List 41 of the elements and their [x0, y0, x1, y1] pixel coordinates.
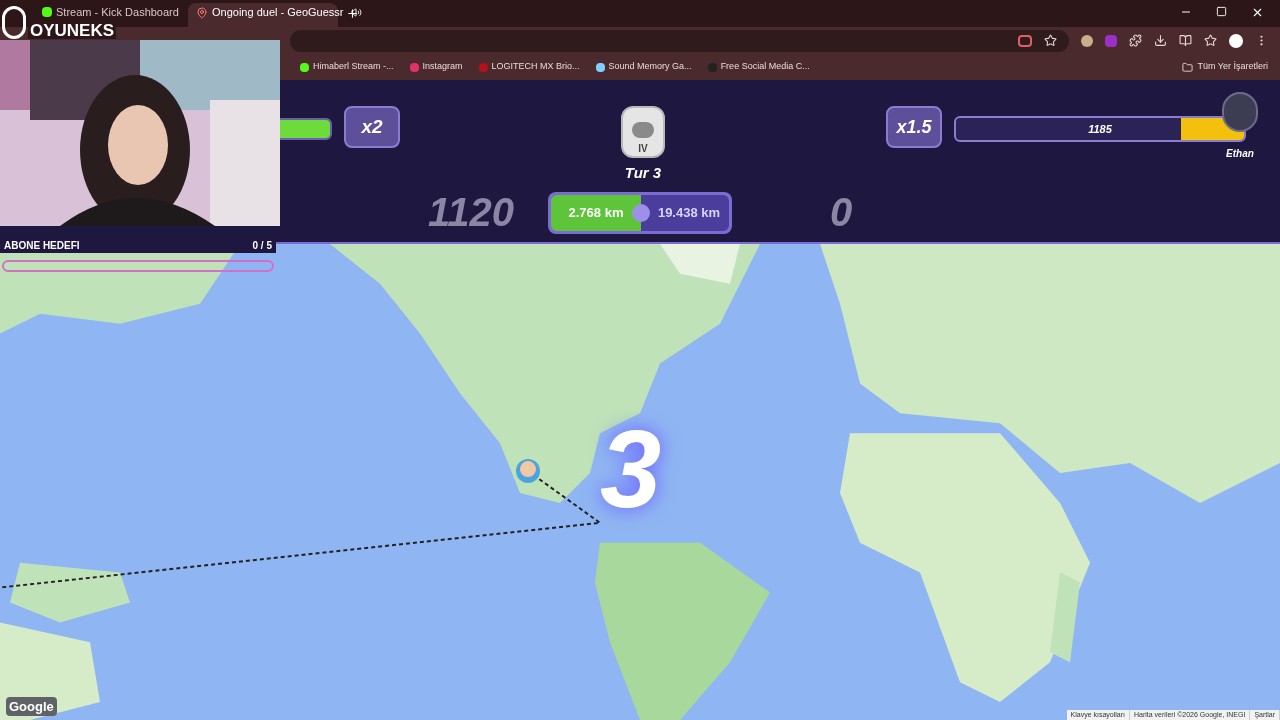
tab-title: Ongoing duel - GeoGuessr: [212, 7, 344, 18]
speaker-icon[interactable]: [351, 7, 363, 18]
close-icon[interactable]: [1251, 6, 1264, 19]
bookmark[interactable]: Himaberl Stream -...: [300, 60, 394, 74]
opponent-distance: 19.438 km: [641, 195, 729, 231]
bookmark[interactable]: Sound Memory Ga...: [595, 60, 692, 74]
pin-icon: [196, 7, 208, 19]
k-logo-icon: [42, 7, 52, 17]
rank-label: IV: [638, 142, 648, 156]
health-value: 1185: [1087, 121, 1113, 137]
book-icon[interactable]: [1179, 34, 1192, 47]
player-name: Ethan: [1226, 147, 1254, 161]
goal-label: ABONE HEDEFI: [4, 239, 80, 253]
new-tab-icon[interactable]: [346, 7, 359, 20]
tab-title: Stream - Kick Dashboard: [56, 7, 179, 18]
stream-logo: OYUNEKS: [28, 22, 117, 39]
multiplier-badge: x1.5: [886, 106, 942, 148]
map-logo: Google: [6, 696, 57, 716]
star-icon[interactable]: [1204, 34, 1217, 47]
countdown: 3: [600, 414, 662, 524]
stream-logo-icon: [2, 6, 26, 39]
bookmark[interactable]: Tüm Yer İşaretleri: [1197, 60, 1268, 74]
round-label: Tur 3: [624, 163, 662, 183]
bookmark[interactable]: Free Social Media C...: [707, 60, 810, 74]
restore-icon[interactable]: [1216, 6, 1227, 17]
my-distance: 2.768 km: [551, 195, 641, 231]
puzzle-icon[interactable]: [1129, 34, 1142, 47]
goal-count: 0 / 5: [252, 239, 272, 253]
avatar: [1222, 92, 1258, 132]
score: 0: [830, 192, 853, 232]
extension-icon[interactable]: [1081, 34, 1093, 47]
multiplier-badge: x2: [344, 106, 400, 148]
install-icon[interactable]: [1018, 34, 1032, 47]
folder-icon: [1182, 61, 1194, 73]
bookmark[interactable]: LOGITECH MX Brio...: [478, 60, 580, 74]
avatar-icon[interactable]: [1229, 33, 1243, 48]
score: 1120: [428, 192, 515, 232]
star-icon[interactable]: [1044, 34, 1057, 47]
bookmark[interactable]: Instagram: [409, 60, 463, 74]
download-icon[interactable]: [1154, 34, 1167, 47]
face-icon: [632, 122, 654, 138]
